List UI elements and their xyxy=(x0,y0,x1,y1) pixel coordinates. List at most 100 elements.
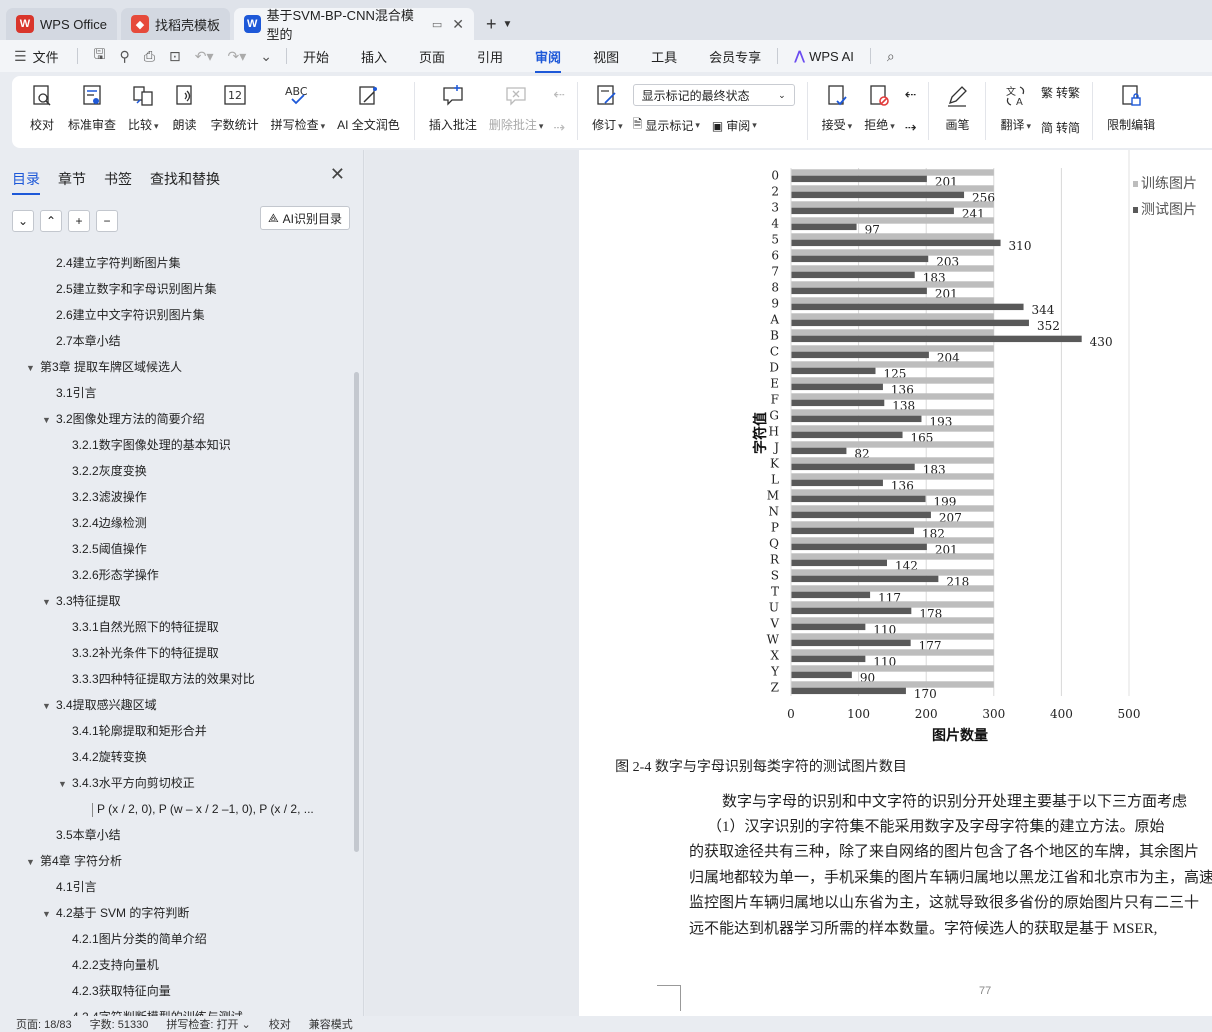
toc-item[interactable]: ▼ 3.4提取感兴趣区域 xyxy=(42,692,157,718)
to-traditional-button[interactable]: 繁转繁 xyxy=(1041,84,1080,101)
tab-toc[interactable]: 目录 xyxy=(12,169,40,195)
read-aloud-button[interactable]: 朗读 xyxy=(165,82,205,148)
close-tab-icon[interactable]: ✕ xyxy=(452,16,464,33)
toc-item[interactable]: ▼ 3.4.3水平方向剪切校正 xyxy=(58,770,195,796)
compare-button[interactable]: 比较 ▾ xyxy=(122,82,165,148)
toc-item[interactable]: ▼ 第3章 提取车牌区域候选人 xyxy=(26,354,182,380)
toc-item[interactable]: 3.3.2补光条件下的特征提取 xyxy=(72,640,219,666)
toc-item[interactable]: 2.4建立字符判断图片集 xyxy=(56,250,181,276)
toc-item[interactable]: 3.2.4边缘检测 xyxy=(72,510,147,536)
toc-item[interactable]: 4.2.4字符判断模型的训练与测试 xyxy=(72,1004,243,1016)
expand-caret-icon[interactable]: ▼ xyxy=(42,901,56,927)
next-comment-icon[interactable]: ⇢ xyxy=(553,119,565,136)
save-icon[interactable]: 🖫 xyxy=(94,44,106,68)
toc-item[interactable]: 3.4.2旋转变换 xyxy=(72,744,147,770)
redo-icon[interactable]: ↷▾ xyxy=(227,48,246,65)
toc-item[interactable]: 2.6建立中文字符识别图片集 xyxy=(56,302,205,328)
tab-template[interactable]: ◆ 找稻壳模板 xyxy=(120,8,230,40)
wps-ai-button[interactable]: ⋀ WPS AI xyxy=(794,48,854,64)
previous-comment-icon[interactable]: ⇠ xyxy=(553,86,565,103)
toc-item[interactable]: 3.1引言 xyxy=(56,380,97,406)
toc-item[interactable]: ▼ 第4章 字符分析 xyxy=(26,848,122,874)
expand-caret-icon[interactable]: ▼ xyxy=(42,589,56,615)
menu-start[interactable]: 开始 xyxy=(303,47,329,66)
toc-item[interactable]: 3.2.5阈值操作 xyxy=(72,536,147,562)
toc-item[interactable]: 3.3.3四种特征提取方法的效果对比 xyxy=(72,666,255,692)
review-pane-button[interactable]: ▣ 审阅 ▾ xyxy=(712,117,757,134)
tab-wps-office[interactable]: W WPS Office xyxy=(6,8,117,40)
tab-bookmark[interactable]: 书签 xyxy=(104,169,132,189)
toc-item[interactable]: 3.5本章小结 xyxy=(56,822,121,848)
toc-item[interactable]: 2.7本章小结 xyxy=(56,328,121,354)
toc-item[interactable]: 3.2.2灰度变换 xyxy=(72,458,147,484)
undo-icon[interactable]: ↶▾ xyxy=(195,48,214,65)
standard-review-button[interactable]: 标准审查 xyxy=(62,82,122,148)
spell-check-button[interactable]: ABC 拼写检查 ▾ xyxy=(265,82,332,148)
menu-insert[interactable]: 插入 xyxy=(361,47,387,66)
toc-item[interactable]: 3.2.1数字图像处理的基本知识 xyxy=(72,432,231,458)
close-pane-icon[interactable]: ✕ xyxy=(330,164,345,185)
monitor-icon[interactable]: ▭ xyxy=(432,18,442,31)
insert-comment-button[interactable]: 插入批注 xyxy=(423,82,483,148)
toc-item[interactable]: 4.2.2支持向量机 xyxy=(72,952,159,978)
toc-scrollbar[interactable] xyxy=(354,372,359,852)
toc-item[interactable]: 3.3.1自然光照下的特征提取 xyxy=(72,614,219,640)
toc-item[interactable]: 3.4.1轮廓提取和矩形合并 xyxy=(72,718,207,744)
expand-caret-icon[interactable]: ▼ xyxy=(26,849,40,875)
collapse-down-icon[interactable]: ⌄ xyxy=(12,210,34,232)
status-spell-check[interactable]: 拼写检查: 打开 ⌄ xyxy=(166,1016,250,1032)
reject-button[interactable]: 拒绝 ▾ xyxy=(858,82,901,148)
status-words[interactable]: 字数: 51330 xyxy=(90,1016,149,1032)
minus-icon[interactable]: − xyxy=(96,210,118,232)
expand-up-icon[interactable]: ⌃ xyxy=(40,210,62,232)
translate-button[interactable]: 文A 翻译 ▾ xyxy=(994,82,1037,148)
plus-icon[interactable]: + xyxy=(68,210,90,232)
ai-toc-button[interactable]: ⟁ AI识别目录 xyxy=(259,206,350,230)
delete-comment-button[interactable]: 删除批注 ▾ xyxy=(483,82,550,148)
hamburger-icon[interactable]: ☰ xyxy=(14,48,27,65)
toc-item[interactable]: ▼ 3.3特征提取 xyxy=(42,588,121,614)
previous-change-icon[interactable]: ⇠ xyxy=(905,86,917,103)
search-icon[interactable]: ⌕ xyxy=(887,48,895,65)
ai-polish-button[interactable]: AI 全文润色 xyxy=(331,82,406,148)
proofread-button[interactable]: 校对 xyxy=(22,82,62,148)
next-change-icon[interactable]: ⇢ xyxy=(905,119,917,136)
toc-item[interactable]: 4.1引言 xyxy=(56,874,97,900)
restrict-edit-button[interactable]: 限制编辑 xyxy=(1101,82,1161,148)
menu-member[interactable]: 会员专享 xyxy=(709,47,761,66)
toc-item[interactable]: 4.2.1图片分类的简单介绍 xyxy=(72,926,207,952)
expand-caret-icon[interactable]: ▼ xyxy=(58,771,72,797)
menu-reference[interactable]: 引用 xyxy=(477,47,503,66)
share-icon[interactable]: ⚲ xyxy=(120,48,130,65)
tab-chapter[interactable]: 章节 xyxy=(58,169,86,189)
menu-file[interactable]: 文件 xyxy=(33,47,59,66)
pen-button[interactable]: 画笔 xyxy=(937,82,977,148)
status-page[interactable]: 页面: 18/83 xyxy=(16,1016,72,1032)
toc-item[interactable]: P (x / 2, 0), P (w – x / 2 –1, 0), P (x … xyxy=(92,796,314,822)
toc-item[interactable]: 3.2.3滤波操作 xyxy=(72,484,147,510)
more-chevron-icon[interactable]: ⌄ xyxy=(260,48,272,65)
print-preview-icon[interactable]: ⊡ xyxy=(169,48,181,65)
toc-item[interactable]: 4.2.3获取特征向量 xyxy=(72,978,171,1004)
print-icon[interactable]: ⎙ xyxy=(144,48,155,65)
expand-caret-icon[interactable]: ▼ xyxy=(26,355,40,381)
toc-item[interactable]: 3.2.6形态学操作 xyxy=(72,562,159,588)
new-tab-button[interactable]: + ▼ xyxy=(478,8,520,40)
status-proof[interactable]: 校对 xyxy=(269,1016,291,1032)
markup-state-select[interactable]: 显示标记的最终状态 ⌄ xyxy=(632,84,795,106)
menu-page[interactable]: 页面 xyxy=(419,47,445,66)
to-simplified-button[interactable]: 简转简 xyxy=(1041,119,1080,136)
tab-document[interactable]: W 基于SVM-BP-CNN混合模型的 ▭ ✕ xyxy=(233,8,474,42)
toc-item[interactable]: ▼ 3.2图像处理方法的简要介绍 xyxy=(42,406,205,432)
word-count-button[interactable]: 12 字数统计 xyxy=(205,82,265,148)
revise-button[interactable]: 修订 ▾ xyxy=(586,82,629,148)
tab-find-replace[interactable]: 查找和替换 xyxy=(150,169,220,189)
menu-tools[interactable]: 工具 xyxy=(651,47,677,66)
accept-button[interactable]: 接受 ▾ xyxy=(816,82,859,148)
toc-item[interactable]: ▼ 4.2基于 SVM 的字符判断 xyxy=(42,900,189,926)
menu-review[interactable]: 审阅 xyxy=(535,47,562,73)
toc-item[interactable]: 2.5建立数字和字母识别图片集 xyxy=(56,276,217,302)
menu-view[interactable]: 视图 xyxy=(593,47,619,66)
show-markup-button[interactable]: 🗎 显示标记 ▾ xyxy=(633,115,700,136)
expand-caret-icon[interactable]: ▼ xyxy=(42,407,56,433)
